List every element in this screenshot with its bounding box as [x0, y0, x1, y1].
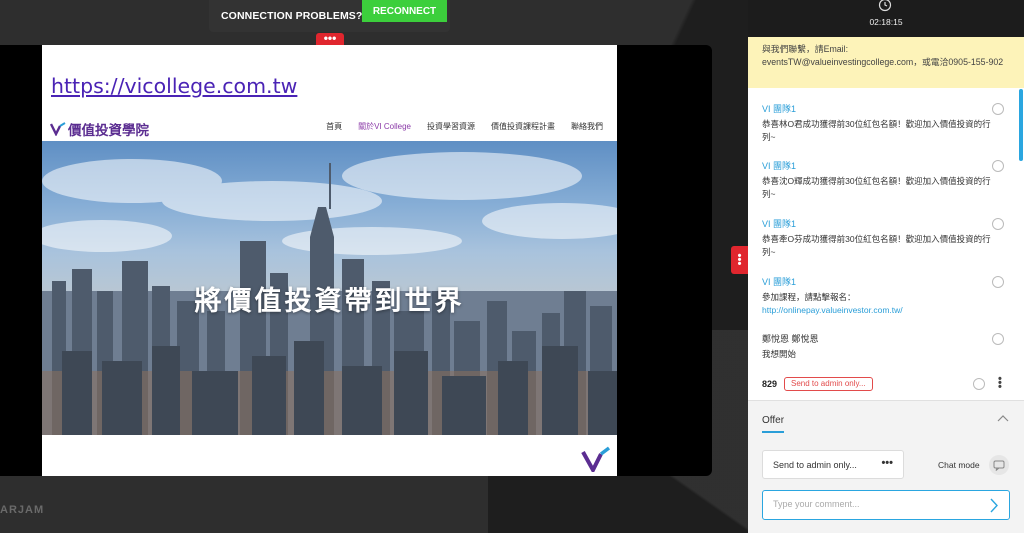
send-arrow-icon[interactable]: [989, 498, 999, 513]
site-logo: 價值投資學院: [50, 119, 149, 139]
chat-message: VI 團隊1 參加課程，請點擊報名： http://onlinepay.valu…: [762, 275, 1012, 316]
site-menu-item: 聯絡我們: [571, 122, 603, 131]
message-text: 恭喜沈O輝成功獲得前30位紅包名額！歡迎加入價值投資的行列~: [762, 176, 991, 199]
chevron-up-icon[interactable]: [997, 414, 1009, 422]
chat-mode-label: Chat mode: [938, 460, 980, 470]
site-menu-item: 關於VI College: [358, 122, 411, 131]
message-author: VI 團隊1: [762, 104, 797, 114]
site-brand-name: 價值投資學院: [68, 123, 149, 138]
message-select-radio[interactable]: [992, 160, 1004, 172]
site-menu-item: 價值投資課程計畫: [491, 122, 555, 131]
tab-offer[interactable]: Offer: [762, 415, 785, 433]
message-select-radio[interactable]: [992, 218, 1004, 230]
message-author: 鄭悅恩 鄭悅恩: [762, 334, 819, 344]
chat-message: 829 Send to admin only... • • •: [762, 374, 1018, 393]
recipient-select[interactable]: Send to admin only... •••: [762, 450, 904, 479]
message-text: 恭喜牽O芬成功獲得前30位紅包名額！歡迎加入價值投資的行列~: [762, 234, 991, 257]
chat-bubble-icon: [993, 460, 1005, 471]
message-author: VI 團隊1: [762, 277, 797, 287]
presentation-slide: https://vicollege.com.tw 價值投資學院 首頁 關於VI …: [42, 45, 617, 476]
comment-box: [762, 490, 1010, 520]
timer-icon: [878, 0, 892, 12]
contact-notice: 與我們聯繫，請Email: eventsTW@valueinvestingcol…: [748, 37, 1024, 88]
chat-mode-toggle[interactable]: [989, 455, 1009, 475]
presentation-stage: ••• https://vicollege.com.tw 價值投資學院 首頁 關…: [0, 0, 748, 533]
hero-banner: 將價值投資帶到世界: [42, 141, 617, 435]
more-dots-icon: •••: [881, 457, 893, 469]
site-menu-item: 投資學習資源: [427, 122, 475, 131]
vi-logo-icon: [581, 446, 611, 472]
site-menu-item: 首頁: [326, 122, 343, 131]
message-select-radio[interactable]: [973, 378, 985, 390]
slide-url-link[interactable]: https://vicollege.com.tw: [51, 74, 297, 98]
message-select-radio[interactable]: [992, 103, 1004, 115]
vi-logo-icon: [50, 122, 66, 136]
message-text: 恭喜林O君成功獲得前30位紅包名額！歡迎加入價值投資的行列~: [762, 119, 991, 142]
panel-toggle-tab[interactable]: • • •: [731, 246, 748, 274]
chat-panel: 02:18:15 與我們聯繫，請Email: eventsTW@valueinv…: [748, 0, 1024, 533]
message-text-body: 參加課程，請點擊報名：: [762, 292, 856, 302]
more-options-icon[interactable]: • • •: [998, 374, 1002, 393]
message-author: VI 團隊1: [762, 161, 797, 171]
message-text: 我想開始: [762, 349, 797, 359]
connection-message: CONNECTION PROBLEMS?: [221, 10, 363, 22]
message-author: VI 團隊1: [762, 219, 797, 229]
reconnect-button[interactable]: RECONNECT: [362, 0, 447, 22]
message-select-radio[interactable]: [992, 276, 1004, 288]
recipient-select-value: Send to admin only...: [773, 460, 857, 470]
comment-input[interactable]: [773, 499, 973, 509]
message-select-radio[interactable]: [992, 333, 1004, 345]
chat-message: VI 團隊1 恭喜沈O輝成功獲得前30位紅包名額！歡迎加入價值投資的行列~: [762, 159, 1012, 200]
send-to-admin-badge: Send to admin only...: [784, 377, 873, 391]
composer-area: Offer Send to admin only... ••• Chat mod…: [748, 400, 1024, 533]
chat-message: VI 團隊1 恭喜林O君成功獲得前30位紅包名額！歡迎加入價值投資的行列~: [762, 102, 1012, 143]
watermark-text: ARJAM: [0, 504, 45, 516]
chat-message: 鄭悅恩 鄭悅恩 我想開始: [762, 332, 1012, 361]
site-menu: 首頁 關於VI College 投資學習資源 價值投資課程計畫 聯絡我們: [326, 121, 603, 132]
hero-title: 將價值投資帶到世界: [194, 286, 465, 317]
session-timer: 02:18:15: [869, 17, 903, 27]
registration-link[interactable]: http://onlinepay.valueinvestor.com.tw/: [762, 305, 903, 315]
chat-message: VI 團隊1 恭喜牽O芬成功獲得前30位紅包名額！歡迎加入價值投資的行列~: [762, 217, 1012, 258]
website-nav: 價值投資學院 首頁 關於VI College 投資學習資源 價值投資課程計畫 聯…: [42, 113, 617, 141]
timer-bar: 02:18:15: [748, 0, 1024, 37]
message-text: 參加課程，請點擊報名： http://onlinepay.valueinvest…: [762, 291, 994, 316]
message-list[interactable]: VI 團隊1 恭喜林O君成功獲得前30位紅包名額！歡迎加入價值投資的行列~ VI…: [748, 88, 1024, 400]
message-author: 829: [762, 379, 778, 389]
scrollbar[interactable]: [1019, 89, 1023, 161]
connection-banner: CONNECTION PROBLEMS? RECONNECT: [209, 0, 450, 32]
